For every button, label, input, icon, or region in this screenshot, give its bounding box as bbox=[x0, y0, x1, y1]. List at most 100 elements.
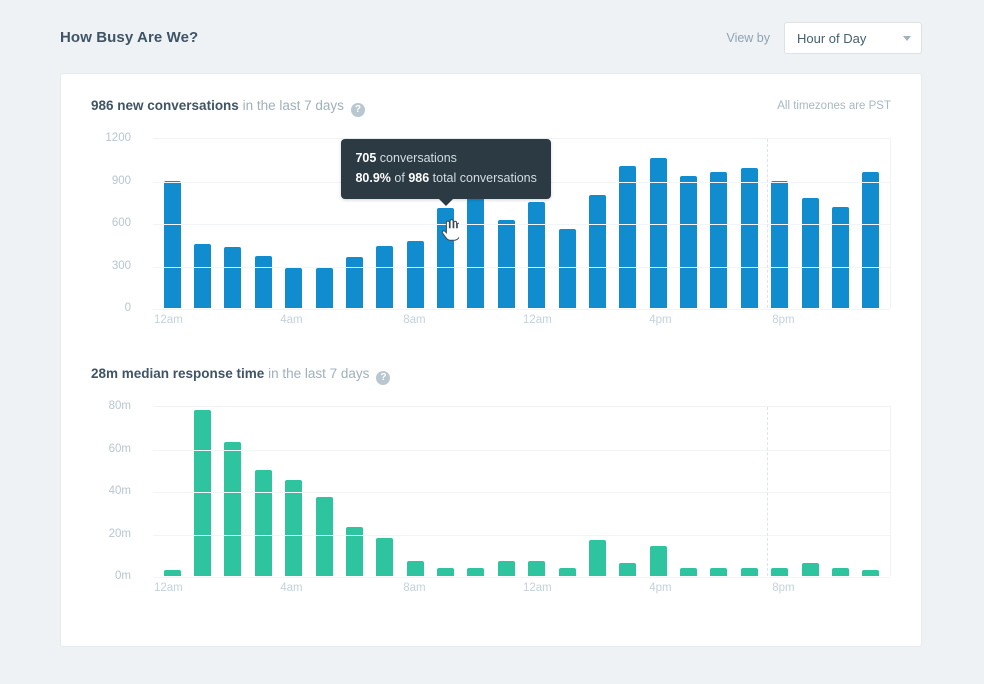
bar[interactable] bbox=[346, 257, 363, 308]
bar[interactable] bbox=[255, 470, 272, 576]
x-axis-tick-label: 8pm bbox=[772, 314, 794, 326]
bar[interactable] bbox=[164, 181, 181, 309]
bar[interactable] bbox=[802, 198, 819, 308]
gridline bbox=[153, 267, 890, 268]
y-axis-response-time: 80m60m40m20m0m bbox=[61, 406, 153, 576]
y-axis-tick-label: 40m bbox=[109, 485, 131, 497]
y-axis-tick-label: 20m bbox=[109, 528, 131, 540]
bar[interactable] bbox=[376, 538, 393, 576]
bar[interactable] bbox=[771, 181, 788, 308]
bar[interactable] bbox=[285, 480, 302, 576]
gridline bbox=[153, 535, 890, 536]
x-axis-tick-label: 8am bbox=[403, 314, 425, 326]
gridline bbox=[153, 309, 890, 310]
bar[interactable] bbox=[316, 268, 333, 308]
bar[interactable] bbox=[467, 181, 484, 309]
bar[interactable] bbox=[224, 247, 241, 308]
plot-area-response-time: 80m60m40m20m0m 12am4am8am12am4pm8pm bbox=[61, 406, 921, 606]
bar[interactable] bbox=[680, 176, 697, 308]
chart-title: 28m median response time in the last 7 d… bbox=[91, 366, 390, 385]
tooltip-percent: 80.9% bbox=[355, 171, 390, 185]
bar[interactable] bbox=[528, 202, 545, 308]
bar[interactable] bbox=[619, 563, 636, 576]
view-by-selected-value: Hour of Day bbox=[797, 31, 903, 46]
bar[interactable] bbox=[589, 195, 606, 308]
bar[interactable] bbox=[194, 244, 211, 308]
x-axis-conversations: 12am4am8am12am4pm8pm bbox=[153, 314, 891, 332]
bar[interactable] bbox=[437, 568, 454, 577]
bar[interactable] bbox=[528, 561, 545, 576]
bar[interactable] bbox=[407, 241, 424, 308]
bar[interactable] bbox=[559, 229, 576, 308]
bar[interactable] bbox=[862, 570, 879, 576]
bar[interactable] bbox=[559, 568, 576, 577]
bar[interactable] bbox=[316, 497, 333, 576]
bar[interactable] bbox=[710, 172, 727, 308]
y-axis-tick-label: 0 bbox=[125, 302, 131, 314]
tooltip-count-unit: conversations bbox=[380, 151, 457, 165]
chart-header: 986 new conversations in the last 7 days… bbox=[91, 98, 891, 120]
y-axis-tick-label: 1200 bbox=[105, 132, 131, 144]
bar[interactable] bbox=[771, 568, 788, 577]
x-axis-tick-label: 4am bbox=[280, 314, 302, 326]
bar[interactable] bbox=[619, 166, 636, 308]
view-by-label: View by bbox=[726, 31, 770, 45]
bar[interactable] bbox=[376, 246, 393, 308]
x-axis-tick-label: 12am bbox=[523, 314, 552, 326]
bar[interactable] bbox=[741, 168, 758, 308]
bar[interactable] bbox=[407, 561, 424, 576]
bar[interactable] bbox=[589, 540, 606, 576]
x-axis-response-time: 12am4am8am12am4pm8pm bbox=[153, 582, 891, 600]
tooltip-of: of bbox=[394, 171, 404, 185]
y-axis-tick-label: 80m bbox=[109, 400, 131, 412]
bar[interactable] bbox=[285, 268, 302, 308]
tooltip-line-1: 705 conversations bbox=[355, 149, 536, 168]
bar[interactable] bbox=[862, 172, 879, 308]
tooltip-line-2: 80.9% of 986 total conversations bbox=[355, 169, 536, 188]
tooltip-arrow bbox=[439, 199, 453, 206]
help-circle-icon[interactable]: ? bbox=[376, 371, 390, 385]
tooltip-count: 705 bbox=[355, 151, 376, 165]
tooltip-total-unit: total conversations bbox=[433, 171, 537, 185]
chart-block-new-conversations: 986 new conversations in the last 7 days… bbox=[61, 98, 921, 338]
chart-title-period: in the last 7 days bbox=[243, 98, 344, 113]
plot-area-conversations: 12009006003000 12am4am8am12am4pm8pm 705 … bbox=[61, 138, 921, 338]
bar[interactable] bbox=[164, 570, 181, 576]
bar[interactable] bbox=[498, 220, 515, 308]
x-axis-tick-label: 12am bbox=[523, 582, 552, 594]
dashboard-page: How Busy Are We? View by Hour of Day 986… bbox=[0, 0, 984, 684]
bar[interactable] bbox=[680, 568, 697, 577]
bar[interactable] bbox=[255, 256, 272, 308]
page-title: How Busy Are We? bbox=[60, 29, 198, 46]
bar-tooltip: 705 conversations 80.9% of 986 total con… bbox=[341, 139, 550, 199]
bar[interactable] bbox=[650, 546, 667, 576]
vertical-divider bbox=[767, 139, 768, 308]
plot-response-time bbox=[153, 406, 891, 576]
help-circle-icon[interactable]: ? bbox=[351, 103, 365, 117]
bar[interactable] bbox=[832, 207, 849, 308]
gridline bbox=[153, 492, 890, 493]
chevron-down-icon bbox=[903, 36, 911, 41]
charts-card: 986 new conversations in the last 7 days… bbox=[60, 73, 922, 647]
bar[interactable] bbox=[467, 568, 484, 577]
bar[interactable] bbox=[650, 158, 667, 308]
bar[interactable] bbox=[710, 568, 727, 577]
chart-block-response-time: 28m median response time in the last 7 d… bbox=[61, 366, 921, 606]
chart-header: 28m median response time in the last 7 d… bbox=[91, 366, 891, 388]
x-axis-tick-label: 4pm bbox=[649, 314, 671, 326]
timezone-note: All timezones are PST bbox=[777, 100, 891, 112]
bar[interactable] bbox=[224, 442, 241, 576]
bar[interactable] bbox=[741, 568, 758, 577]
bar[interactable] bbox=[498, 561, 515, 576]
chart-title-metric: 986 new conversations bbox=[91, 98, 239, 113]
bar[interactable] bbox=[802, 563, 819, 576]
x-axis-tick-label: 8pm bbox=[772, 582, 794, 594]
bar[interactable] bbox=[832, 568, 849, 577]
chart-title-metric: 28m median response time bbox=[91, 366, 264, 381]
x-axis-tick-label: 4pm bbox=[649, 582, 671, 594]
bar[interactable] bbox=[194, 410, 211, 576]
view-by-select[interactable]: Hour of Day bbox=[784, 22, 922, 54]
x-axis-tick-label: 4am bbox=[280, 582, 302, 594]
y-axis-tick-label: 900 bbox=[112, 175, 131, 187]
y-axis-tick-label: 60m bbox=[109, 443, 131, 455]
